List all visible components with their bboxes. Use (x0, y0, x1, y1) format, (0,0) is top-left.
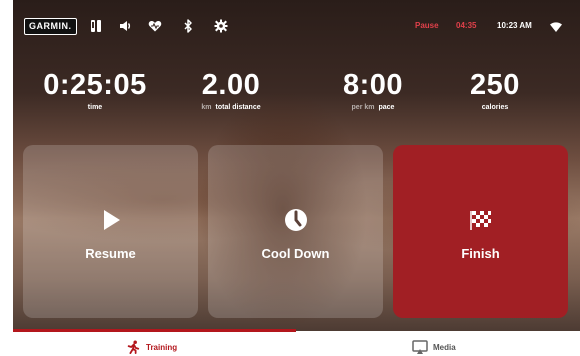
metric-time-label: time (87, 104, 103, 111)
garmin-logo: GARMIN. (24, 18, 77, 35)
clock-icon (284, 208, 308, 232)
pause-timer: 04:35 (456, 21, 477, 30)
phone-icon[interactable] (89, 19, 103, 33)
finish-label: Finish (461, 246, 500, 261)
bluetooth-icon[interactable] (181, 19, 195, 33)
finish-button[interactable]: Finish (393, 145, 568, 318)
metric-pace-label: pace (378, 104, 395, 111)
settings-icon[interactable] (214, 19, 228, 33)
resume-button[interactable]: Resume (23, 145, 198, 318)
metric-pace-value: 8:00 (342, 69, 404, 101)
metric-distance-label: total distance (215, 104, 261, 111)
metric-pace-unit: per km (351, 104, 375, 111)
cool-down-label: Cool Down (261, 246, 330, 261)
metric-distance: 2.00 km total distance (176, 68, 286, 113)
bottom-tab-bar (0, 331, 580, 356)
metric-distance-value: 2.00 (201, 69, 261, 101)
tab-training-label: Training (146, 342, 178, 352)
heart-rate-icon[interactable] (148, 19, 162, 33)
tab-training[interactable]: Training (125, 340, 177, 354)
metric-distance-unit: km (201, 104, 212, 111)
active-tab-indicator (13, 329, 296, 332)
play-icon (99, 208, 123, 232)
volume-icon[interactable] (118, 19, 132, 33)
metric-calories-label: calories (481, 104, 509, 111)
wifi-icon (550, 20, 562, 32)
media-icon (412, 340, 428, 354)
system-clock: 10:23 AM (497, 21, 532, 30)
tab-media[interactable]: Media (412, 340, 456, 354)
metric-pace: 8:00 per km pace (318, 68, 428, 113)
resume-label: Resume (85, 246, 136, 261)
metric-calories-value: 250 (470, 69, 520, 101)
metric-time: 0:25:05 time (35, 68, 155, 113)
metric-calories: 250 calories (450, 68, 540, 113)
tab-media-label: Media (433, 342, 456, 352)
metric-time-value: 0:25:05 (43, 69, 147, 101)
cool-down-button[interactable]: Cool Down (208, 145, 383, 318)
checkered-flag-icon (469, 208, 493, 232)
running-icon (125, 340, 141, 354)
workout-screen: GARMIN. Pause 04:35 10:23 AM 0:25:05 tim… (13, 0, 580, 331)
pause-status[interactable]: Pause (415, 21, 439, 30)
top-status-bar: GARMIN. Pause 04:35 10:23 AM (13, 0, 580, 52)
